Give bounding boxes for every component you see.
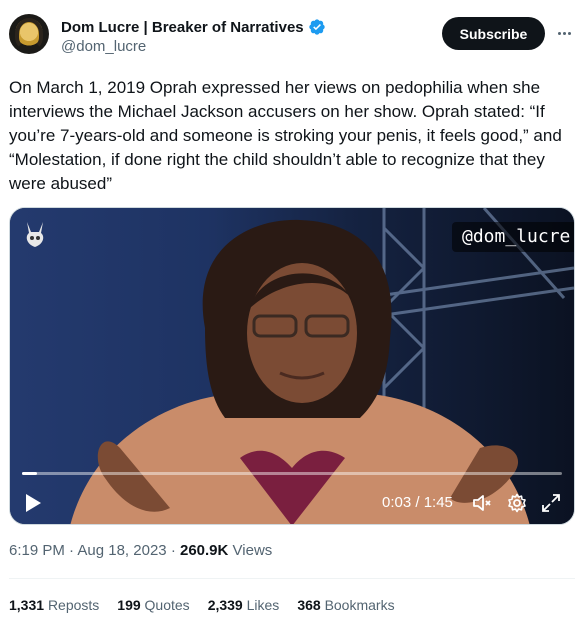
bookmarks-count: 368	[297, 597, 321, 613]
tweet-time[interactable]: 6:19 PM	[9, 542, 65, 559]
bookmarks-label: Bookmarks	[324, 597, 395, 613]
author-display-name[interactable]: Dom Lucre | Breaker of Narratives	[61, 19, 304, 36]
tweet-header: Dom Lucre | Breaker of Narratives @dom_l…	[0, 0, 585, 70]
reposts-stat[interactable]: 1,331 Reposts	[9, 597, 99, 613]
meta-separator: ·	[170, 542, 180, 559]
video-player[interactable]: @dom_lucre 0:03 / 1:45	[9, 207, 575, 525]
video-progress-bar[interactable]	[22, 472, 562, 475]
quotes-count: 199	[117, 597, 141, 613]
likes-stat[interactable]: 2,339 Likes	[208, 597, 280, 613]
play-icon[interactable]	[24, 493, 42, 513]
stats-top-divider	[9, 578, 575, 579]
tweet-meta: 6:19 PM · Aug 18, 2023 · 260.9K Views	[9, 542, 272, 559]
video-time-display: 0:03 / 1:45	[382, 494, 453, 511]
quotes-stat[interactable]: 199 Quotes	[117, 597, 189, 613]
quotes-label: Quotes	[144, 597, 190, 613]
fullscreen-icon[interactable]	[541, 493, 561, 513]
author-avatar[interactable]	[9, 14, 49, 54]
likes-label: Likes	[246, 597, 280, 613]
bunny-mask-logo-icon	[26, 222, 44, 247]
video-frame-person	[70, 219, 530, 524]
author-name-row: Dom Lucre | Breaker of Narratives	[61, 17, 326, 37]
reposts-count: 1,331	[9, 597, 45, 613]
author-handle[interactable]: @dom_lucre	[61, 38, 146, 55]
views-label: Views	[232, 542, 273, 559]
views-count: 260.9K	[179, 542, 229, 559]
mute-icon[interactable]	[472, 493, 492, 513]
likes-count: 2,339	[207, 597, 243, 613]
reposts-label: Reposts	[47, 597, 100, 613]
video-progress-fill	[22, 472, 38, 475]
tweet-text: On March 1, 2019 Oprah expressed her vie…	[9, 78, 567, 193]
verified-badge-icon	[308, 19, 325, 35]
video-watermark-handle: @dom_lucre	[452, 222, 574, 252]
settings-gear-icon[interactable]	[507, 493, 527, 513]
subscribe-button[interactable]: Subscribe	[442, 17, 545, 50]
tweet-date[interactable]: Aug 18, 2023	[77, 542, 166, 559]
bookmarks-stat[interactable]: 368 Bookmarks	[297, 597, 394, 613]
more-horizontal-icon[interactable]	[554, 23, 574, 43]
engagement-stats: 1,331 Reposts 199 Quotes 2,339 Likes 368…	[9, 597, 395, 613]
